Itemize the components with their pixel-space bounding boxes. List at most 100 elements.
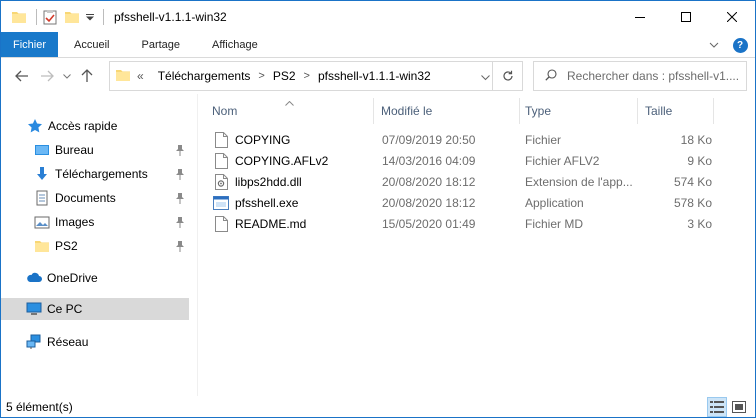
computer-icon bbox=[26, 301, 42, 317]
table-row[interactable]: COPYING.AFLv2 14/03/2016 04:09 Fichier A… bbox=[199, 150, 755, 171]
navigation-bar: « Téléchargements > PS2 > pfsshell-v1.1.… bbox=[1, 58, 755, 94]
customize-toolbar-chevron-icon[interactable] bbox=[85, 8, 95, 26]
address-history-button[interactable] bbox=[481, 70, 490, 84]
dll-file-icon bbox=[213, 173, 229, 190]
new-folder-icon[interactable] bbox=[63, 8, 81, 26]
help-button[interactable]: ? bbox=[729, 34, 751, 56]
file-name-cell: libps2hdd.dll bbox=[213, 171, 373, 192]
sidebar-item-label: PS2 bbox=[55, 239, 78, 253]
file-type: Fichier MD bbox=[525, 216, 584, 231]
column-divider[interactable] bbox=[713, 98, 714, 124]
recent-locations-button[interactable] bbox=[61, 65, 73, 87]
details-view-icon bbox=[710, 401, 724, 413]
download-arrow-icon bbox=[34, 166, 50, 182]
folder-icon bbox=[115, 67, 131, 86]
folder-icon bbox=[34, 238, 50, 254]
pin-icon[interactable] bbox=[175, 168, 185, 183]
file-name-cell: COPYING.AFLv2 bbox=[213, 150, 373, 171]
large-icons-view-button[interactable] bbox=[729, 397, 749, 417]
pin-icon[interactable] bbox=[175, 144, 185, 159]
tab-partage[interactable]: Partage bbox=[125, 32, 196, 57]
column-divider[interactable] bbox=[637, 98, 638, 124]
file-name: COPYING bbox=[235, 132, 291, 147]
column-header-modified[interactable]: Modifié le bbox=[381, 94, 519, 128]
search-box[interactable]: Rechercher dans : pfsshell-v1.... bbox=[533, 61, 747, 91]
table-row[interactable]: README.md 15/05/2020 01:49 Fichier MD 3 … bbox=[199, 213, 755, 234]
sidebar-item-bureau[interactable]: Bureau bbox=[34, 139, 197, 161]
breadcrumb-telechargements[interactable]: Téléchargements bbox=[158, 69, 251, 83]
star-icon bbox=[27, 118, 43, 134]
pin-icon[interactable] bbox=[175, 192, 185, 207]
close-button[interactable] bbox=[709, 1, 755, 32]
search-input[interactable]: Rechercher dans : pfsshell-v1.... bbox=[567, 69, 739, 83]
exe-file-icon bbox=[213, 195, 229, 211]
back-button[interactable] bbox=[11, 65, 33, 87]
file-modified: 20/08/2020 18:12 bbox=[382, 195, 476, 210]
column-header-label: Modifié le bbox=[381, 104, 433, 118]
chevron-down-icon bbox=[709, 42, 719, 48]
folder-icon[interactable] bbox=[10, 8, 28, 26]
table-row[interactable]: libps2hdd.dll 20/08/2020 18:12 Extension… bbox=[199, 171, 755, 192]
title-bar: pfsshell-v1.1.1-win32 bbox=[1, 1, 755, 32]
pane-divider[interactable] bbox=[197, 94, 198, 396]
sidebar-item-ce-pc[interactable]: Ce PC bbox=[1, 298, 189, 320]
expand-ribbon-button[interactable] bbox=[703, 34, 725, 56]
sidebar-item-label: Bureau bbox=[55, 143, 94, 157]
network-icon bbox=[26, 334, 42, 350]
address-bar[interactable]: « Téléchargements > PS2 > pfsshell-v1.1.… bbox=[109, 61, 523, 91]
file-modified: 14/03/2016 04:09 bbox=[382, 153, 476, 168]
maximize-button[interactable] bbox=[663, 1, 709, 32]
minimize-button[interactable] bbox=[617, 1, 663, 32]
view-switcher bbox=[705, 397, 749, 417]
table-row[interactable]: pfsshell.exe 20/08/2020 18:12 Applicatio… bbox=[199, 192, 755, 213]
maximize-icon bbox=[681, 11, 691, 22]
desktop-folder-icon bbox=[34, 142, 50, 158]
pin-icon[interactable] bbox=[175, 240, 185, 255]
sidebar-item-acces-rapide[interactable]: Accès rapide bbox=[27, 115, 117, 137]
file-name: README.md bbox=[235, 216, 307, 231]
file-name-cell: README.md bbox=[213, 213, 373, 234]
column-divider[interactable] bbox=[373, 98, 374, 124]
refresh-button[interactable] bbox=[492, 62, 522, 90]
pin-icon[interactable] bbox=[175, 216, 185, 231]
file-name: libps2hdd.dll bbox=[235, 174, 302, 189]
sidebar-item-label: Images bbox=[55, 215, 95, 229]
up-arrow-icon bbox=[81, 69, 93, 82]
tab-fichier[interactable]: Fichier bbox=[1, 32, 59, 57]
file-type: Fichier bbox=[525, 132, 562, 147]
file-type: Fichier AFLV2 bbox=[525, 153, 600, 168]
breadcrumb-ps2[interactable]: PS2 bbox=[273, 69, 296, 83]
file-name: pfsshell.exe bbox=[235, 195, 299, 210]
sidebar-item-telechargements[interactable]: Téléchargements bbox=[34, 163, 197, 185]
column-header-name[interactable]: Nom bbox=[212, 94, 372, 128]
sidebar-item-ps2[interactable]: PS2 bbox=[34, 235, 197, 257]
up-button[interactable] bbox=[76, 65, 98, 87]
sidebar-item-reseau[interactable]: Réseau bbox=[26, 331, 88, 353]
breadcrumb-overflow[interactable]: « bbox=[137, 69, 144, 83]
tab-affichage[interactable]: Affichage bbox=[196, 32, 274, 57]
column-divider[interactable] bbox=[519, 98, 520, 124]
tab-accueil[interactable]: Accueil bbox=[58, 32, 125, 57]
sidebar-item-label: Accès rapide bbox=[48, 119, 118, 133]
chevron-right-icon[interactable]: > bbox=[304, 70, 310, 82]
table-row[interactable]: COPYING 07/09/2019 20:50 Fichier 18 Ko bbox=[199, 129, 755, 150]
column-header-type[interactable]: Type bbox=[525, 94, 635, 128]
sidebar-item-onedrive[interactable]: OneDrive bbox=[26, 267, 98, 289]
details-view-button[interactable] bbox=[707, 397, 727, 417]
documents-icon bbox=[34, 190, 50, 206]
sidebar-item-documents[interactable]: Documents bbox=[34, 187, 197, 209]
file-name-cell: COPYING bbox=[213, 129, 373, 150]
search-icon bbox=[545, 68, 557, 84]
column-header-label: Type bbox=[525, 104, 552, 118]
blank-file-icon bbox=[213, 152, 229, 169]
blank-file-icon bbox=[213, 215, 229, 232]
column-header-size[interactable]: Taille bbox=[645, 94, 735, 128]
file-name: COPYING.AFLv2 bbox=[235, 153, 329, 168]
breadcrumb-current-folder[interactable]: pfsshell-v1.1.1-win32 bbox=[318, 69, 431, 83]
sidebar-item-images[interactable]: Images bbox=[34, 211, 197, 233]
forward-button[interactable] bbox=[36, 65, 58, 87]
explorer-window: pfsshell-v1.1.1-win32 Fichier Accueil Pa… bbox=[0, 0, 756, 418]
properties-icon[interactable] bbox=[41, 8, 59, 26]
sidebar-item-label: Réseau bbox=[47, 335, 89, 349]
chevron-right-icon[interactable]: > bbox=[258, 70, 264, 82]
